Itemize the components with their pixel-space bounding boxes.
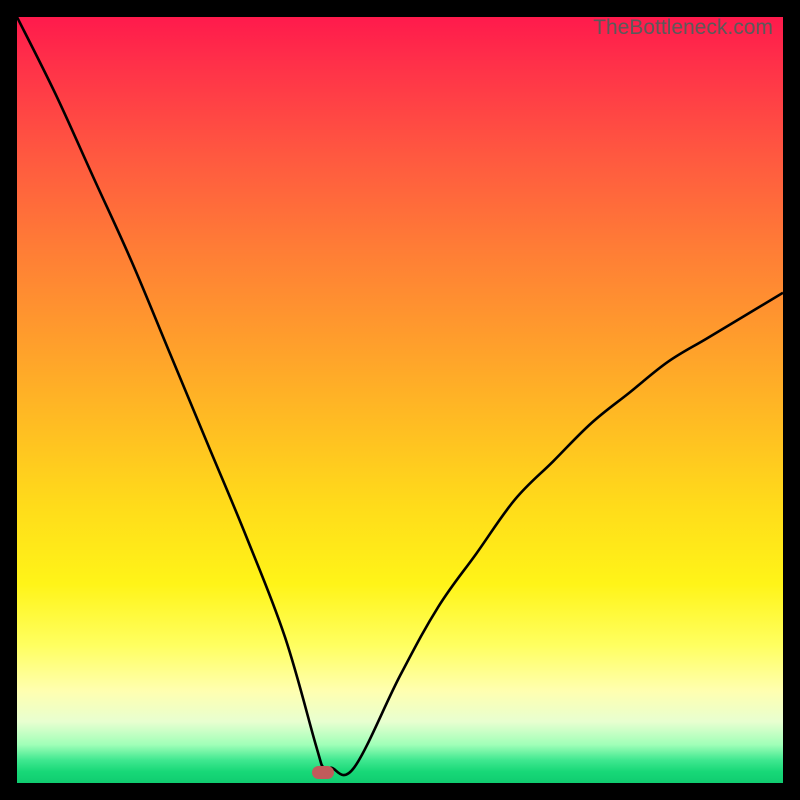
optimal-marker	[312, 766, 334, 779]
chart-frame: TheBottleneck.com	[17, 17, 783, 783]
watermark-text: TheBottleneck.com	[593, 16, 773, 40]
bottleneck-curve	[17, 17, 783, 783]
